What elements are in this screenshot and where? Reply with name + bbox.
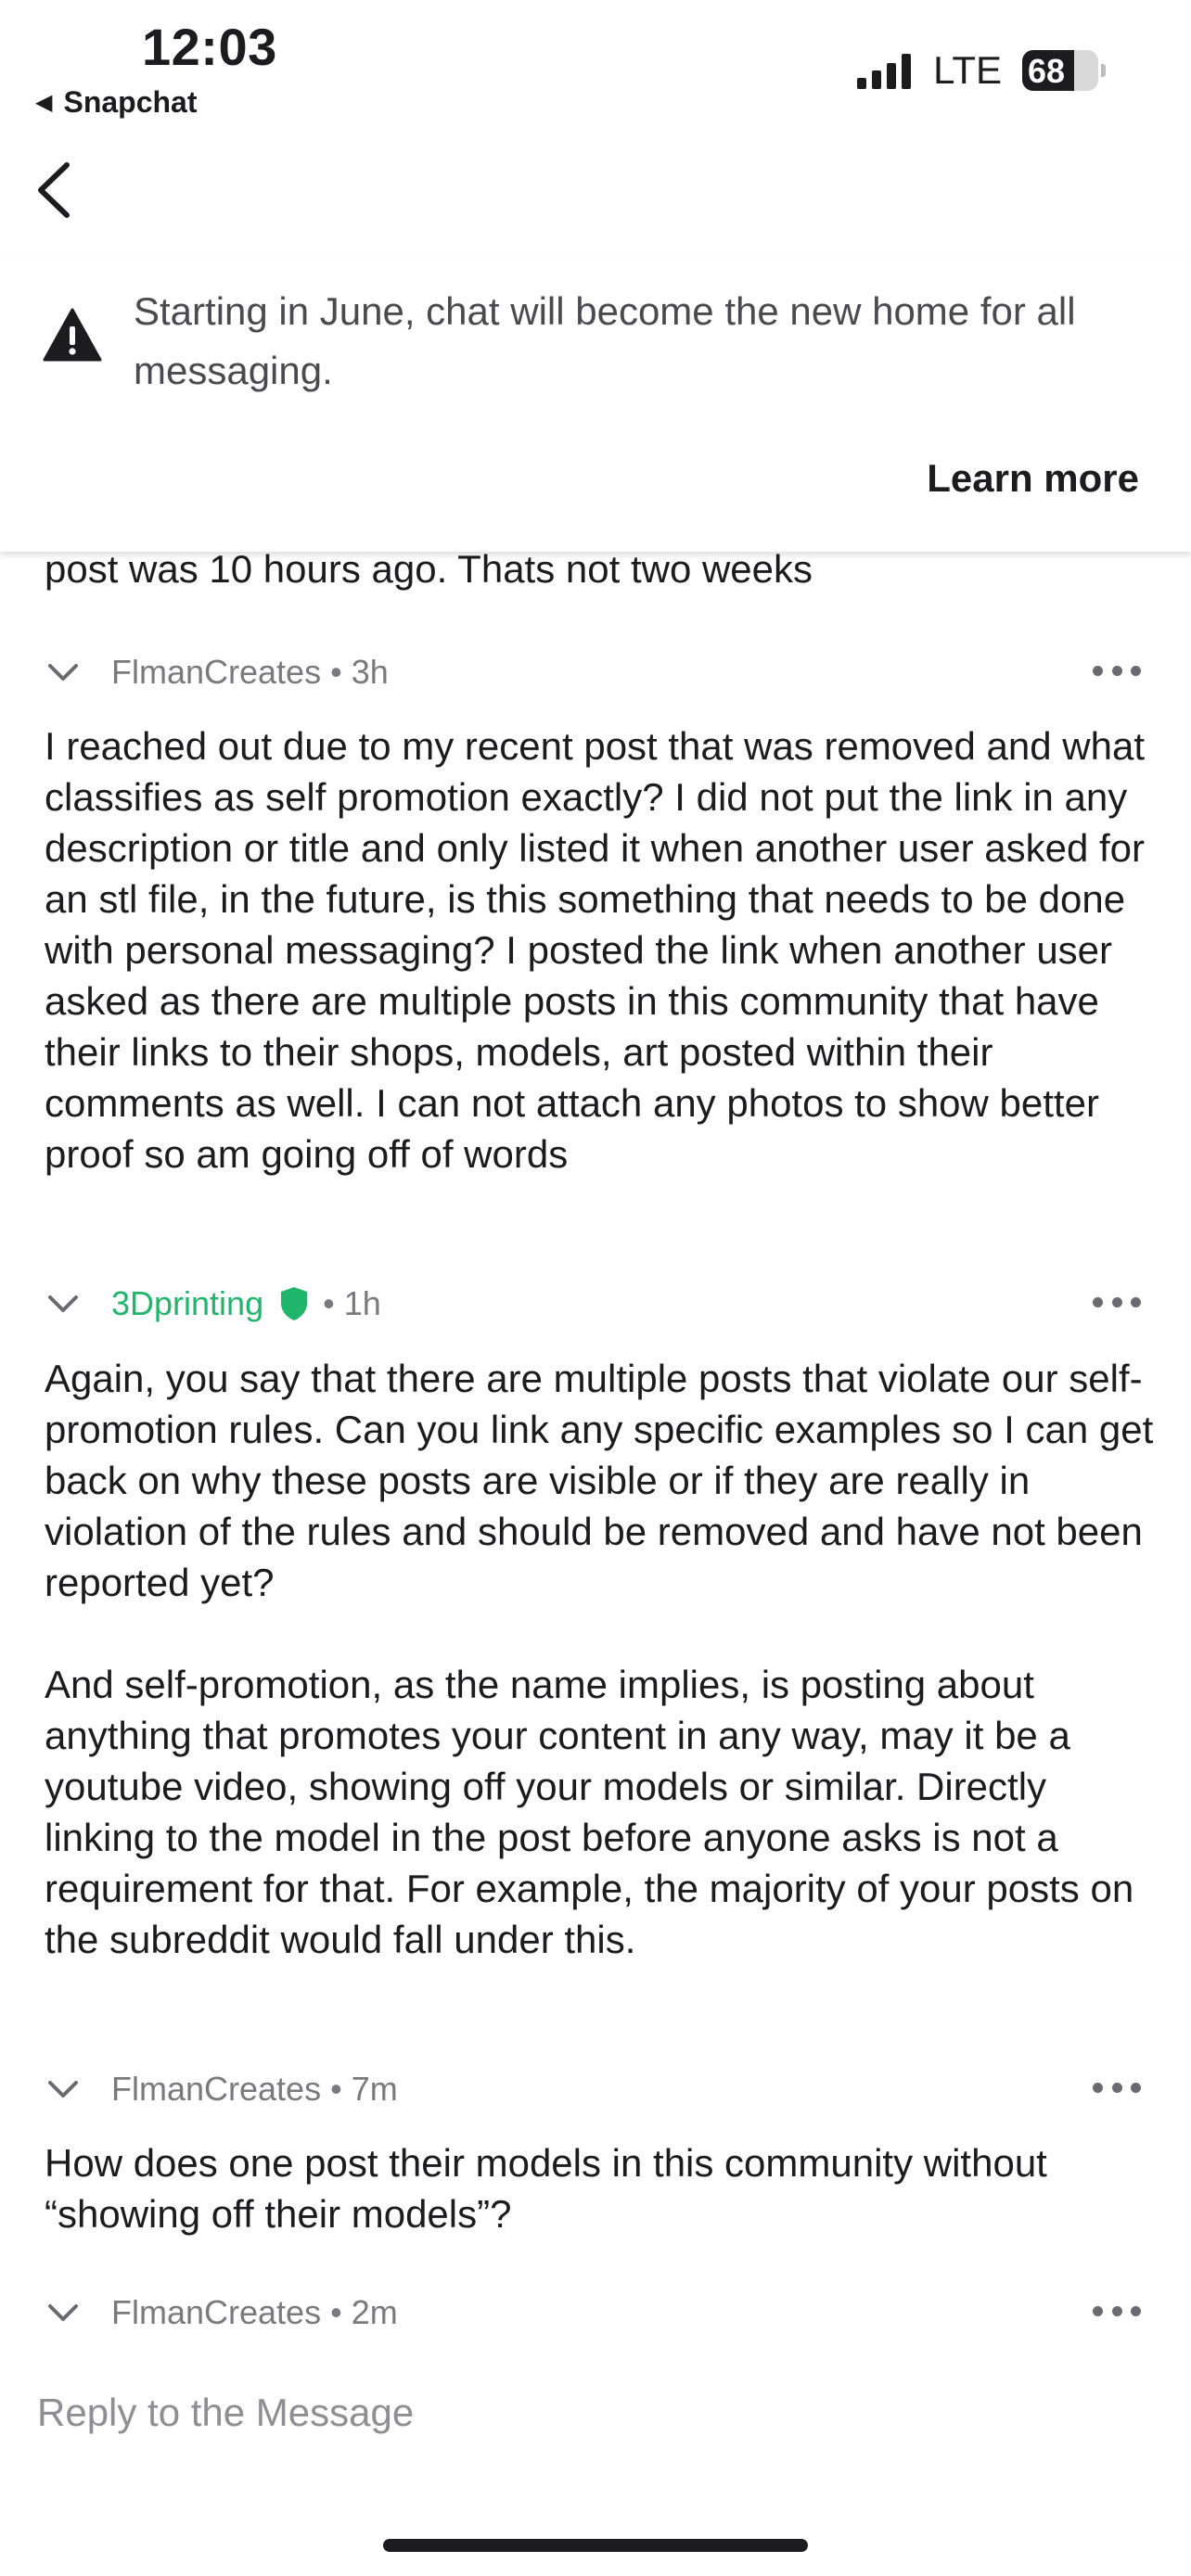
message-header[interactable]: FlmanCreates • 7m — [45, 2066, 398, 2112]
moderator-shield-icon — [281, 1287, 308, 1320]
message-paragraph: I reached out due to my recent post that… — [45, 724, 1146, 1176]
message-author[interactable]: FlmanCreates — [111, 653, 321, 692]
learn-more-link[interactable]: Learn more — [927, 456, 1139, 501]
message-paragraph: And self-promotion, as the name implies,… — [45, 1663, 1134, 1961]
message-body: How does one post their models in this c… — [45, 2137, 1083, 2239]
banner-text: Starting in June, chat will become the n… — [134, 289, 1076, 392]
message-author[interactable]: 3Dprinting — [111, 1284, 263, 1323]
message-header[interactable]: FlmanCreates • 2m — [45, 2289, 398, 2336]
message-time: 7m — [351, 2070, 398, 2108]
message-author[interactable]: FlmanCreates — [111, 2070, 321, 2109]
message-header[interactable]: 3Dprinting • 1h — [45, 1281, 381, 1327]
back-to-app-link[interactable]: ◀ Snapchat — [35, 85, 198, 120]
battery-level: 68 — [1028, 52, 1066, 90]
screen: 12:03 ◀ Snapchat LTE 68 Starting in June… — [0, 0, 1191, 2576]
notice-banner: Starting in June, chat will become the n… — [0, 260, 1191, 552]
more-options-icon[interactable] — [1093, 1297, 1141, 1310]
home-indicator[interactable] — [383, 2539, 808, 2552]
back-chevron-icon[interactable] — [30, 158, 85, 223]
message-body: I reached out due to my recent post that… — [45, 721, 1158, 1180]
meta-separator: • — [323, 1284, 335, 1322]
back-triangle-icon: ◀ — [35, 90, 53, 115]
network-label: LTE — [933, 48, 1002, 92]
more-options-icon[interactable] — [1093, 666, 1141, 679]
warning-icon — [43, 308, 102, 362]
previous-message-tail: post was 10 hours ago. Thats not two wee… — [45, 547, 813, 591]
back-app-label: Snapchat — [63, 85, 198, 119]
collapse-chevron-icon[interactable] — [45, 658, 82, 686]
meta-separator: • — [330, 2293, 342, 2331]
reply-input[interactable]: Reply to the Message — [37, 2391, 414, 2435]
collapse-chevron-icon[interactable] — [45, 2299, 82, 2327]
collapse-chevron-icon[interactable] — [45, 2075, 82, 2103]
signal-icon — [857, 52, 916, 89]
message-paragraph: Again, you say that there are multiple p… — [45, 1357, 1154, 1604]
meta-separator: • — [330, 2070, 342, 2108]
message-header[interactable]: FlmanCreates • 3h — [45, 649, 389, 695]
message-paragraph: How does one post their models in this c… — [45, 2141, 1047, 2236]
status-time: 12:03 — [142, 18, 277, 76]
more-options-icon[interactable] — [1093, 2306, 1141, 2319]
meta-separator: • — [330, 653, 342, 691]
message-time: 1h — [343, 1284, 381, 1322]
message-time: 2m — [351, 2293, 398, 2331]
collapse-chevron-icon[interactable] — [45, 1290, 82, 1318]
battery-icon: 68 — [1022, 50, 1106, 91]
message-author[interactable]: FlmanCreates — [111, 2293, 321, 2332]
message-time: 3h — [351, 653, 389, 691]
message-body: Again, you say that there are multiple p… — [45, 1353, 1158, 1965]
status-indicators: LTE 68 — [857, 48, 1106, 93]
more-options-icon[interactable] — [1093, 2083, 1141, 2096]
